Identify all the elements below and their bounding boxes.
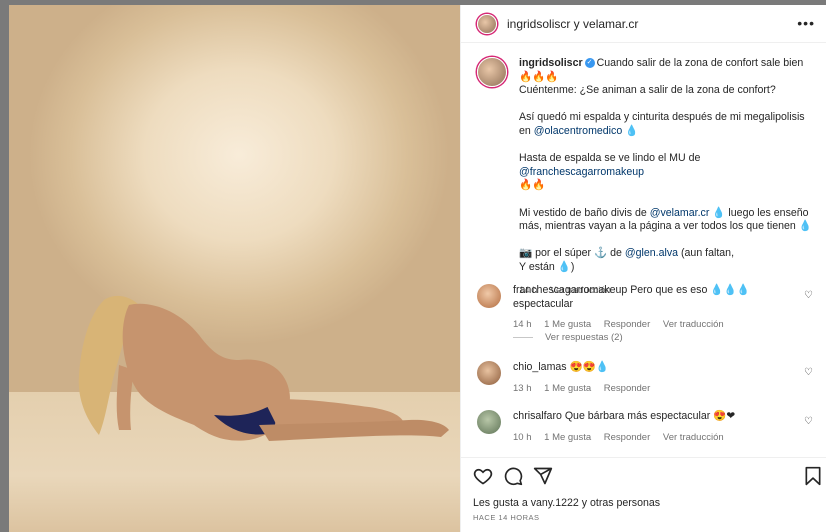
author-avatar[interactable] — [477, 13, 497, 34]
comment-text: 😍😍💧 — [566, 361, 610, 373]
model-figure — [78, 295, 449, 441]
share-icon[interactable] — [533, 466, 553, 486]
comment-body: franchescagarromakeup Pero que es eso 💧💧… — [513, 284, 803, 332]
comment-reply[interactable]: Responder — [604, 319, 650, 330]
view-replies-label[interactable]: Ver respuestas (2) — [545, 332, 623, 343]
post-header: ingridsoliscr y velamar.cr ••• — [461, 5, 826, 43]
action-icons — [473, 466, 563, 486]
caption-p4-text: Mi vestido de baño divis de — [519, 206, 650, 219]
caption-p2-emoji: 💧 — [622, 124, 639, 137]
post-authors[interactable]: ingridsoliscr y velamar.cr — [507, 17, 638, 31]
post-photo[interactable] — [9, 5, 460, 532]
bookmark-icon[interactable] — [803, 466, 823, 486]
mention-glenalva[interactable]: @glen.alva — [625, 247, 678, 259]
replies-divider — [513, 337, 533, 338]
more-icon[interactable]: ••• — [797, 15, 815, 31]
caption-paragraph-2: Así quedó mi espalda y cinturita después… — [519, 111, 817, 138]
comment-likes[interactable]: 1 Me gusta — [544, 319, 591, 330]
caption-p3-emoji: 🔥🔥 — [519, 179, 546, 192]
comment-meta: 14 h 1 Me gusta Responder Ver traducción — [513, 318, 803, 332]
caption-paragraph-4: Mi vestido de baño divis de @velamar.cr … — [519, 207, 817, 234]
caption-p3-text: Hasta de espalda se ve lindo el MU de — [519, 152, 701, 165]
comment-avatar[interactable] — [477, 284, 501, 308]
comment-reply[interactable]: Responder — [604, 432, 650, 443]
caption-paragraph-5: 📷 por el súper ⚓ de @glen.alva (aun falt… — [519, 247, 817, 274]
caption-p5-rest: (aun faltan, — [678, 247, 735, 260]
comment-username[interactable]: franchescagarromakeup — [513, 284, 627, 296]
verified-icon: ✓ — [584, 58, 595, 69]
comment-meta: 10 h 1 Me gusta Responder Ver traducción — [513, 431, 803, 445]
caption-line1: Cuando salir de la zona de confort sale … — [596, 57, 804, 69]
comment-icon[interactable] — [503, 466, 523, 486]
post-actions: Les gusta a vany.1222 y otras personas H… — [461, 457, 826, 532]
comment-likes[interactable]: 1 Me gusta — [544, 383, 591, 394]
comment-item: chrisalfaro Que bárbara más espectacular… — [477, 410, 817, 444]
caption-body: ingridsoliscr ✓ Cuando salir de la zona de… — [519, 57, 817, 297]
view-replies[interactable]: Ver respuestas (2) — [513, 332, 623, 343]
caption-emoji: 🔥🔥🔥 — [519, 70, 559, 83]
comment-body: chrisalfaro Que bárbara más espectacular… — [513, 410, 803, 444]
post-timestamp: HACE 14 HORAS — [473, 513, 540, 522]
comment-like-heart-icon[interactable]: ♡ — [804, 290, 813, 301]
caption-line2: Cuéntenme: ¿Se animan a salir de la zona… — [519, 84, 776, 97]
comment-translate[interactable]: Ver traducción — [663, 319, 724, 330]
comment-like-heart-icon[interactable]: ♡ — [804, 416, 813, 427]
comment-avatar[interactable] — [477, 361, 501, 385]
viewport: ingridsoliscr y velamar.cr ••• ingridsol… — [0, 0, 826, 532]
comment-item: chio_lamas 😍😍💧 13 h 1 Me gusta Responder… — [477, 361, 817, 395]
mention-franchescagarromakeup[interactable]: @franchescagarromakeup — [519, 166, 644, 178]
post-caption: ingridsoliscr ✓ Cuando salir de la zona de… — [477, 57, 817, 297]
comment-likes[interactable]: 1 Me gusta — [544, 432, 591, 443]
caption-p5-text: 📷 por el súper ⚓ de — [519, 247, 625, 260]
comment-item: franchescagarromakeup Pero que es eso 💧💧… — [477, 284, 817, 332]
comment-username[interactable]: chrisalfaro — [513, 410, 562, 422]
mention-velamar[interactable]: @velamar.cr — [650, 207, 710, 219]
comment-time: 10 h — [513, 431, 532, 443]
comment-translate[interactable]: Ver traducción — [663, 432, 724, 443]
caption-username[interactable]: ingridsoliscr — [519, 57, 583, 69]
comment-time: 13 h — [513, 382, 532, 394]
heart-icon[interactable] — [473, 466, 493, 486]
post-side-panel: ingridsoliscr y velamar.cr ••• ingridsol… — [460, 5, 826, 532]
comment-time: 14 h — [513, 319, 532, 331]
comment-reply[interactable]: Responder — [604, 383, 650, 394]
caption-p5-line2: Y están 💧) — [519, 260, 575, 273]
comment-meta: 13 h 1 Me gusta Responder — [513, 382, 803, 396]
comment-like-heart-icon[interactable]: ♡ — [804, 367, 813, 378]
likes-summary[interactable]: Les gusta a vany.1222 y otras personas — [473, 497, 660, 509]
caption-avatar[interactable] — [477, 57, 507, 87]
comment-avatar[interactable] — [477, 410, 501, 434]
caption-paragraph-3: Hasta de espalda se ve lindo el MU de @f… — [519, 152, 817, 193]
comment-username[interactable]: chio_lamas — [513, 361, 567, 373]
comment-body: chio_lamas 😍😍💧 13 h 1 Me gusta Responder — [513, 361, 803, 395]
mention-olacentromedico[interactable]: @olacentromedico — [534, 125, 623, 137]
comment-text: Que bárbara más espectacular 😍❤ — [561, 410, 736, 422]
